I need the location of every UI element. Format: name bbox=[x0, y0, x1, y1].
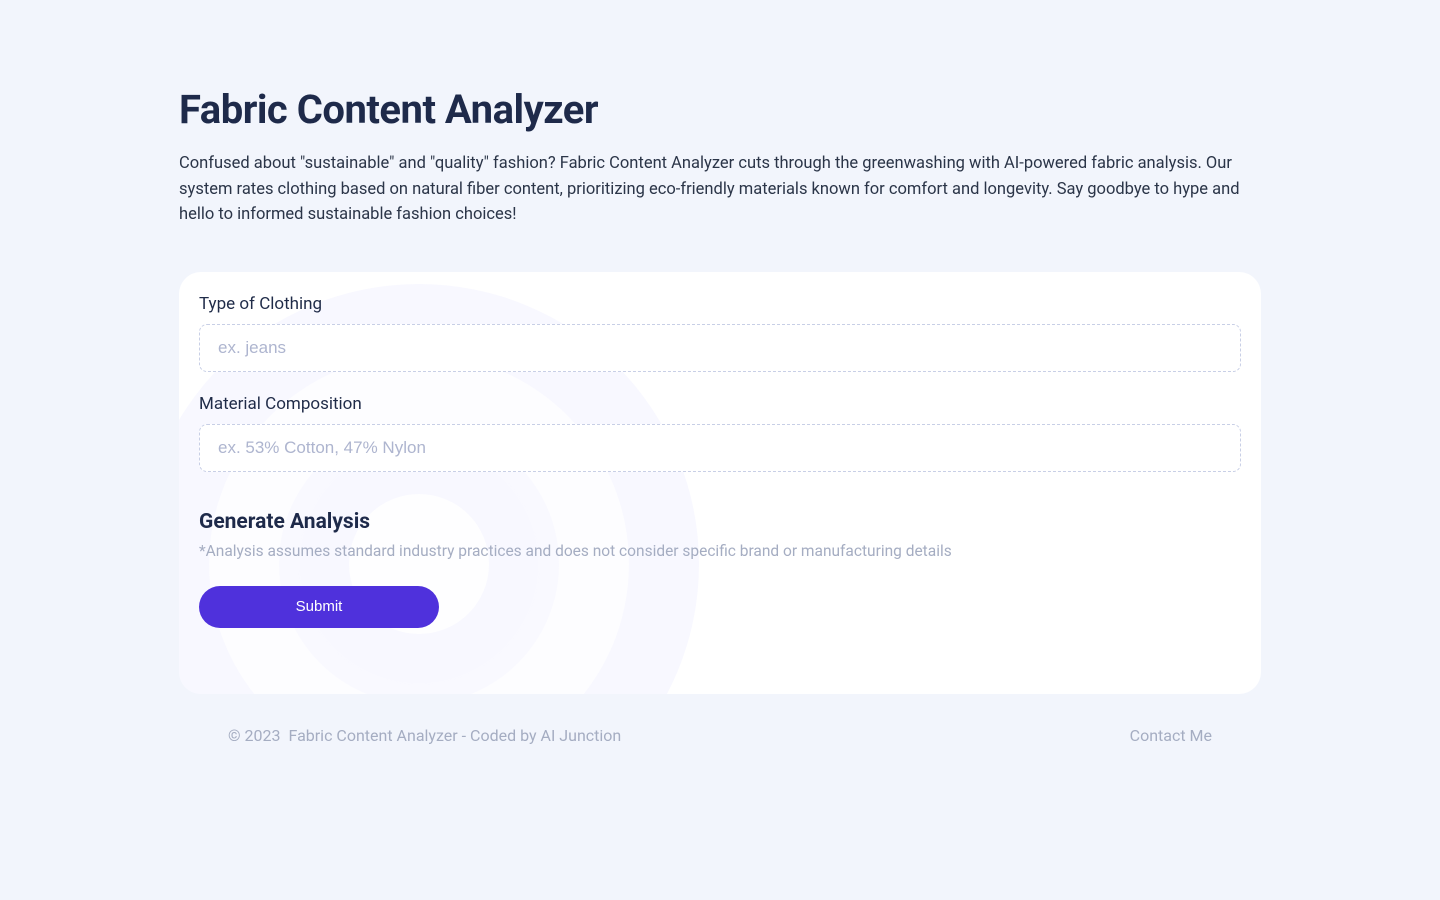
material-field: Material Composition bbox=[199, 394, 1241, 472]
contact-link[interactable]: Contact Me bbox=[1130, 726, 1212, 745]
footer: © 2023 Fabric Content Analyzer - Coded b… bbox=[180, 694, 1260, 745]
clothing-field: Type of Clothing bbox=[199, 294, 1241, 372]
submit-button[interactable]: Submit bbox=[199, 586, 439, 628]
intro-text: Confused about "sustainable" and "qualit… bbox=[179, 151, 1259, 228]
copyright-text: © 2023 bbox=[228, 726, 281, 745]
analysis-disclaimer: *Analysis assumes standard industry prac… bbox=[199, 542, 1241, 560]
footer-left: © 2023 Fabric Content Analyzer - Coded b… bbox=[228, 726, 621, 745]
form-card: Type of Clothing Material Composition Ge… bbox=[179, 272, 1261, 694]
analysis-heading: Generate Analysis bbox=[199, 510, 1241, 534]
page-title: Fabric Content Analyzer bbox=[179, 86, 1261, 133]
clothing-label: Type of Clothing bbox=[199, 294, 1241, 314]
clothing-input[interactable] bbox=[199, 324, 1241, 372]
material-input[interactable] bbox=[199, 424, 1241, 472]
credit-text: Fabric Content Analyzer - Coded by AI Ju… bbox=[288, 726, 621, 745]
material-label: Material Composition bbox=[199, 394, 1241, 414]
